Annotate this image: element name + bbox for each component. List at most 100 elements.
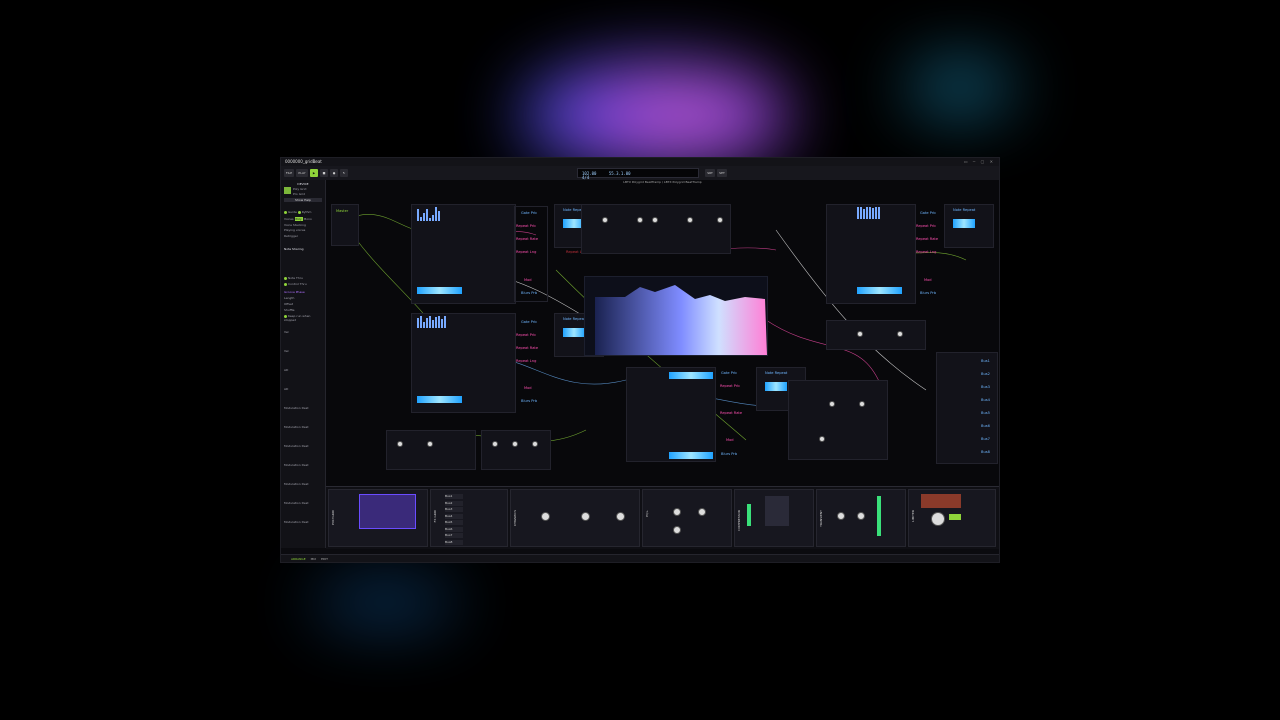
length-field[interactable]: Length (284, 296, 322, 300)
transport-display[interactable]: 102.00 55.3.1.00 4/4 (577, 168, 699, 180)
show-help-button[interactable]: Show Help (284, 198, 322, 202)
knob[interactable] (673, 526, 681, 534)
bus-slot[interactable]: Bus1 (445, 494, 463, 499)
group-module[interactable] (411, 313, 516, 413)
knob[interactable] (427, 441, 433, 447)
bus-slot[interactable]: Bus8 (445, 539, 463, 545)
position-readout[interactable]: 55.3.1.00 (609, 171, 631, 176)
device-transient[interactable]: TRANSIENT (816, 489, 906, 547)
knob[interactable] (616, 512, 625, 521)
knob[interactable] (837, 512, 845, 520)
device-fx-grid[interactable]: FX GRID Bus1 Bus2 Bus3 Bus4 Bus5 Bus6 Bus7 Bus8 (430, 489, 508, 547)
fx-module[interactable] (386, 430, 476, 470)
voice-stacking[interactable]: Voice Stacking (284, 223, 322, 227)
modulation-row[interactable]: Vel (284, 330, 322, 334)
knob[interactable] (687, 217, 693, 223)
offset-field[interactable]: Offset (284, 302, 322, 306)
knob[interactable] (859, 401, 865, 407)
knob[interactable] (397, 441, 403, 447)
knob[interactable] (857, 331, 863, 337)
fx-module[interactable] (581, 204, 731, 254)
bus-module[interactable]: Bus1 Bus2 Bus3 Bus4 Bus5 Bus6 Bus7 Bus8 (936, 352, 998, 464)
device-dynamics[interactable]: DYNAMICS (510, 489, 640, 547)
fx-module[interactable] (788, 380, 888, 460)
knob[interactable] (512, 441, 518, 447)
device-polygrid[interactable]: POLYGRID (328, 489, 428, 547)
blurs-prb-label: Blurs Prb (920, 291, 937, 295)
window-controls[interactable]: ▭ ─ ▢ ✕ (964, 159, 995, 164)
play-icon[interactable]: ▶ (310, 169, 318, 177)
modulation-row[interactable]: Modulation Dest (284, 463, 322, 467)
srt-button[interactable]: SRT (705, 169, 715, 177)
knob[interactable] (581, 512, 590, 521)
knob[interactable] (717, 217, 723, 223)
modulation-row[interactable]: Modulation Dest (284, 425, 322, 429)
stop-icon[interactable]: ■ (320, 169, 328, 177)
guide-toggle[interactable]: Guide Rythm (284, 210, 322, 214)
knob[interactable] (931, 512, 945, 526)
modulation-row[interactable]: AD (284, 368, 322, 372)
knob[interactable] (541, 512, 550, 521)
knob[interactable] (897, 331, 903, 337)
control-thru-toggle[interactable]: Control Thru (284, 282, 322, 286)
modulation-row[interactable]: Vel (284, 349, 322, 353)
bus-slot[interactable]: Bus3 (445, 507, 463, 512)
note-repeat-module[interactable]: Note Repeat (944, 204, 994, 248)
edit-button[interactable]: EDIT (321, 557, 328, 561)
modulation-row[interactable]: AD (284, 387, 322, 391)
arrange-button[interactable]: ARRANGE (291, 557, 306, 561)
group-module[interactable] (826, 204, 916, 304)
knob[interactable] (857, 512, 865, 520)
close-icon[interactable]: × (313, 159, 316, 164)
fx-module[interactable] (826, 320, 926, 350)
device-eq[interactable]: EQ+ (642, 489, 732, 547)
knob[interactable] (637, 217, 643, 223)
modulation-row[interactable]: Modulation Dest (284, 520, 322, 524)
bus-slot[interactable]: Bus5 (445, 520, 463, 525)
voices-mono[interactable]: Mono (304, 217, 312, 221)
loop-icon[interactable]: ↻ (340, 169, 348, 177)
bitwig-window: 0000000_gridBeat × ▭ ─ ▢ ✕ FILE PLAY ▶ ■… (280, 157, 1000, 563)
retrigger[interactable]: Retrigger (284, 234, 322, 238)
bus-slot[interactable]: Bus6 (445, 526, 463, 532)
knob[interactable] (652, 217, 658, 223)
voices-row[interactable]: Voices Poly Mono (284, 217, 322, 221)
knob[interactable] (532, 441, 538, 447)
group-module[interactable] (411, 204, 516, 304)
knob[interactable] (673, 508, 681, 516)
bus-label: Bus5 (981, 411, 990, 415)
knob[interactable] (829, 401, 835, 407)
section-device: DEVICE (297, 182, 309, 186)
bus-slot[interactable]: Bus4 (445, 513, 463, 519)
modulation-row[interactable]: Modulation Dest (284, 482, 322, 486)
file-button[interactable]: FILE (284, 169, 294, 177)
device-limiter[interactable]: LIMITER (908, 489, 996, 547)
modulation-row[interactable]: Modulation Dest (284, 501, 322, 505)
knob[interactable] (698, 508, 706, 516)
mix-button[interactable]: MIX (311, 557, 317, 561)
group-module[interactable] (626, 367, 716, 462)
knob[interactable] (819, 436, 825, 442)
grid-canvas[interactable]: LBTX Polygrid BeatTramp / LBTX Polygrid … (326, 180, 999, 486)
shuffle-field[interactable]: Shuffle (284, 308, 322, 312)
voices-poly[interactable]: Poly (294, 217, 303, 221)
note-thru-toggle[interactable]: Note Thru (284, 276, 322, 280)
record-icon[interactable]: ● (330, 169, 338, 177)
bus-label: Bus8 (981, 450, 990, 454)
device-compressor[interactable]: COMPRESSOR (734, 489, 814, 547)
bus-slot[interactable]: Bus7 (445, 533, 463, 538)
set-button[interactable]: SET (717, 169, 727, 177)
toggle[interactable] (949, 514, 961, 520)
toolbar: FILE PLAY ▶ ■ ● ↻ 102.00 55.3.1.00 4/4 S… (281, 166, 999, 181)
modulation-row[interactable]: Modulation Dest (284, 444, 322, 448)
bus-slot[interactable]: Bus2 (445, 500, 463, 506)
master-module[interactable]: Master (331, 204, 359, 246)
knob[interactable] (492, 441, 498, 447)
modulation-row[interactable]: Modulation Dest (284, 406, 322, 410)
knob[interactable] (602, 217, 608, 223)
fx-module[interactable] (481, 430, 551, 470)
play-menu-button[interactable]: PLAY (296, 169, 308, 177)
device-type: Pro Grid (293, 192, 306, 196)
device-title: LIMITER (911, 510, 915, 522)
keep-run-toggle[interactable]: Keep run when stopped (284, 314, 322, 322)
